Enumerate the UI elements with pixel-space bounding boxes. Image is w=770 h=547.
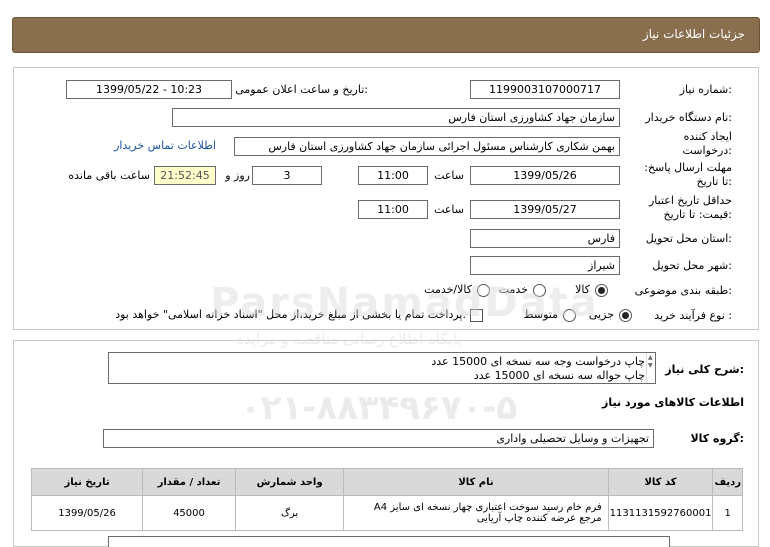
need-number-field: 1199003107000717 (470, 80, 620, 99)
creator-label: ایجاد کننده درخواست: (682, 130, 733, 157)
announce-date-label: تاریخ و ساعت اعلان عمومی: (235, 83, 368, 96)
category-goods-service-radio[interactable] (477, 284, 490, 297)
validity-time-label: ساعت (434, 203, 464, 216)
summary-scrollbar[interactable]: ▲ ▼ (646, 353, 655, 383)
remaining-time-label: ساعت باقی مانده (68, 169, 150, 182)
goods-section-title: اطلاعات کالاهای مورد نیاز (602, 396, 744, 409)
need-details-panel: شماره نیاز: 1199003107000717 تاریخ و ساع… (13, 67, 759, 330)
creator-field: بهمن شکاری کارشناس مسئول اجرائی سازمان ج… (234, 137, 620, 156)
col-name: نام کالا (343, 468, 609, 496)
scroll-up-icon[interactable]: ▲ (648, 354, 653, 361)
goods-group-field: تجهیزات و وسایل تحصیلی واداری (103, 429, 654, 448)
reply-time-field: 11:00 (358, 166, 428, 185)
goods-panel: شرح کلی نیاز: چاپ درخواست وجه سه نسخه ای… (13, 340, 759, 547)
province-label: استان محل تحویل: (645, 232, 732, 245)
scroll-down-icon[interactable]: ▼ (648, 362, 653, 369)
buyer-contact-link[interactable]: اطلاعات تماس خریدار (114, 139, 216, 152)
goods-table-header: ردیف کد کالا نام کالا واحد شمارش تعداد /… (30, 468, 743, 496)
goods-group-label: گروه کالا: (690, 432, 744, 445)
cell-name: فرم خام رسید سوخت اعتباری چهار نسخه ای س… (343, 495, 609, 531)
announce-date-field: 1399/05/22 - 10:23 (66, 80, 232, 99)
treasury-payment-checkbox[interactable] (470, 309, 483, 322)
category-goods-radio[interactable] (595, 284, 608, 297)
province-field: فارس (470, 229, 620, 248)
reply-date-field: 1399/05/26 (470, 166, 620, 185)
cell-qty: 45000 (142, 495, 236, 531)
table-row[interactable]: 1 1131131592760001 فرم خام رسید سوخت اعت… (30, 495, 743, 531)
category-goods-service-label: کالا/خدمت (424, 283, 472, 296)
col-row: ردیف (712, 468, 743, 496)
cell-unit: برگ (234, 495, 345, 531)
city-label: شهر محل تحویل: (652, 259, 732, 272)
remaining-time-field: 21:52:45 (154, 166, 216, 185)
process-minor-radio[interactable] (619, 309, 632, 322)
col-qty: تعداد / مقدار (142, 468, 236, 496)
category-service-radio[interactable] (533, 284, 546, 297)
summary-line-2: چاپ حواله سه نسخه ای 15000 عدد (473, 369, 645, 382)
reply-time-label: ساعت (434, 169, 464, 182)
validity-time-field: 11:00 (358, 200, 428, 219)
page-header: جزئیات اطلاعات نیاز (12, 17, 760, 53)
reply-deadline-label: مهلت ارسال پاسخ: تا تاریخ: (644, 161, 732, 188)
cell-row: 1 (712, 495, 743, 531)
page-title: جزئیات اطلاعات نیاز (642, 27, 745, 41)
summary-textarea[interactable]: چاپ درخواست وجه سه نسخه ای 15000 عدد چاپ… (108, 352, 656, 384)
treasury-payment-note: پرداخت تمام یا بخشی از مبلغ خرید،از محل … (115, 308, 466, 321)
cell-code: 1131131592760001 (607, 495, 714, 531)
summary-line-1: چاپ درخواست وجه سه نسخه ای 15000 عدد (431, 355, 645, 368)
summary-label: شرح کلی نیاز: (665, 363, 744, 376)
cell-name-line2: مرجع عرضه کننده چاپ آریایی (476, 513, 602, 524)
buyer-label: نام دستگاه خریدار: (645, 111, 732, 124)
validity-date-field: 1399/05/27 (470, 200, 620, 219)
process-minor-label: جزیی (588, 308, 614, 321)
col-unit: واحد شمارش (234, 468, 345, 496)
cell-date: 1399/05/26 (30, 495, 144, 531)
buyer-notes-field (108, 536, 670, 547)
process-medium-label: متوسط (523, 308, 558, 321)
need-number-label: شماره نیاز: (679, 83, 732, 96)
process-label: نوع فرآیند خرید : (654, 309, 732, 322)
category-service-label: خدمت (498, 283, 528, 296)
remaining-days-field: 3 (252, 166, 322, 185)
days-label: روز و (225, 169, 250, 182)
cell-name-line1: فرم خام رسید سوخت اعتباری چهار نسخه ای س… (373, 502, 602, 513)
validity-label: حداقل تاریخ اعتبار قیمت: تا تاریخ: (648, 194, 732, 221)
process-medium-radio[interactable] (563, 309, 576, 322)
category-goods-label: کالا (575, 283, 590, 296)
city-field: شیراز (470, 256, 620, 275)
category-label: طبقه بندی موضوعی: (634, 284, 732, 297)
col-date: تاریخ نیاز (30, 468, 144, 496)
buyer-field: سازمان جهاد کشاورزی استان فارس (172, 108, 620, 127)
col-code: کد کالا (607, 468, 714, 496)
goods-table: ردیف کد کالا نام کالا واحد شمارش تعداد /… (30, 468, 743, 531)
